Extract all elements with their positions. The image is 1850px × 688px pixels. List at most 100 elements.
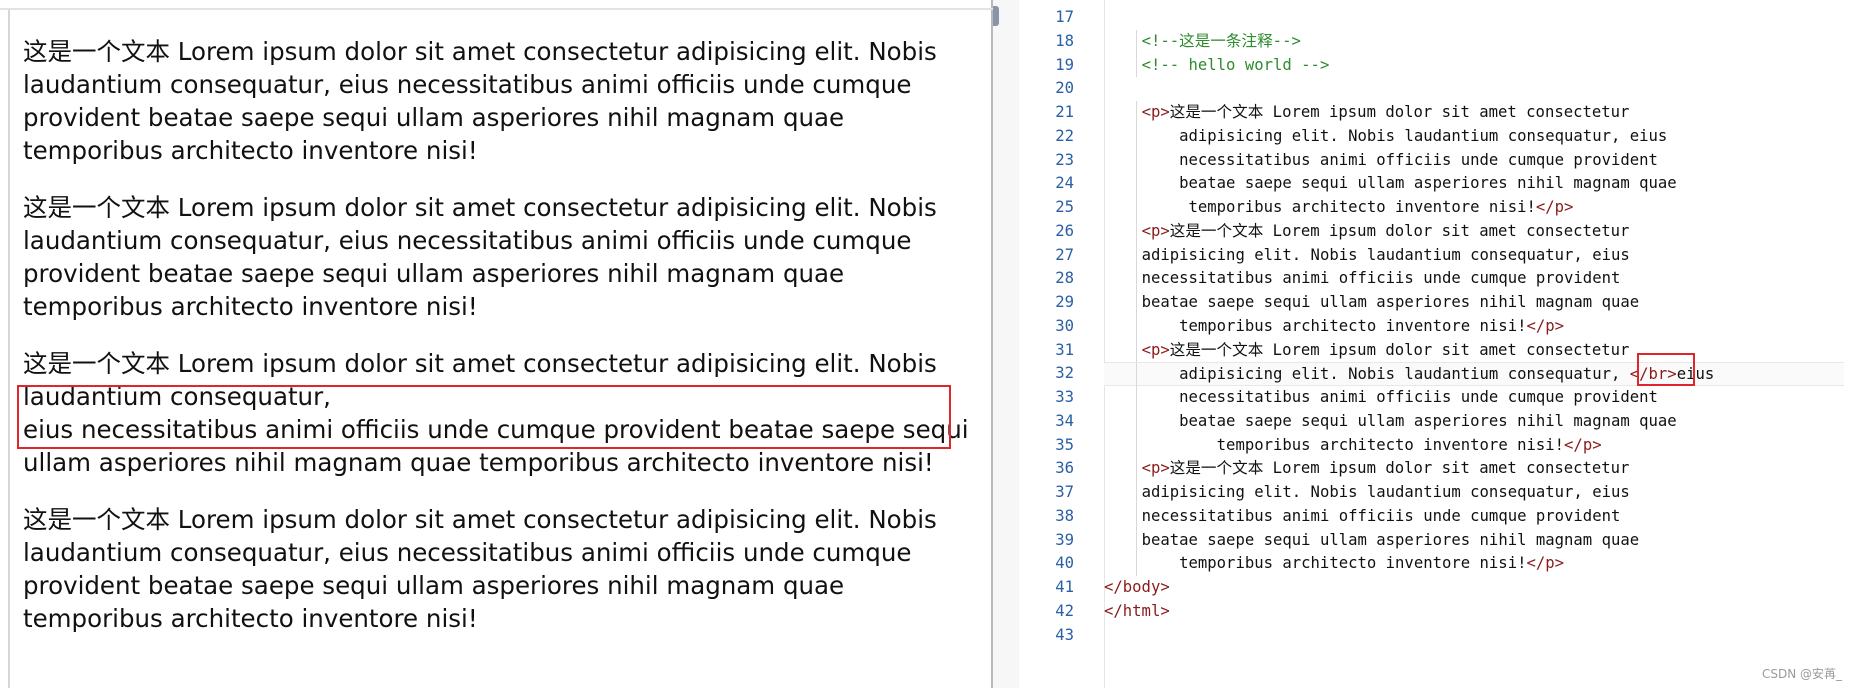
line-number: 36	[1055, 459, 1074, 478]
code-line[interactable]	[1104, 6, 1844, 30]
html-tag-token: </p>	[1564, 435, 1602, 454]
html-tag-token: </p>	[1526, 316, 1565, 335]
text-token: 这是一个文本 Lorem ipsum dolor sit amet consec…	[1169, 459, 1630, 478]
code-line[interactable]: <p>这是一个文本 Lorem ipsum dolor sit amet con…	[1104, 219, 1844, 244]
line-number: 19	[1055, 55, 1074, 74]
code-line[interactable]: necessitatibus animi officiis unde cumqu…	[1104, 386, 1844, 410]
indent-guide	[1136, 338, 1137, 363]
text-token: necessitatibus animi officiis unde cumqu…	[1179, 150, 1658, 169]
code-line[interactable]: <!--这是一条注释-->	[1104, 29, 1844, 54]
code-line[interactable]: adipisicing elit. Nobis laudantium conse…	[1104, 481, 1844, 505]
text-token: 这是一个文本 Lorem ipsum dolor sit amet consec…	[1169, 221, 1630, 240]
code-line[interactable]: beatae saepe sequi ullam asperiores nihi…	[1104, 172, 1844, 196]
indent-guide	[1136, 219, 1137, 244]
code-area[interactable]: <!--这是一条注释--> <!-- hello world --> <p>这是…	[1104, 6, 1844, 647]
comment-token: <!--这是一条注释-->	[1141, 31, 1301, 50]
line-number: 20	[1055, 79, 1074, 98]
text-token: adipisicing elit. Nobis laudantium conse…	[1179, 126, 1668, 145]
code-line[interactable]: beatae saepe sequi ullam asperiores nihi…	[1104, 409, 1844, 434]
indent-guide	[1136, 243, 1137, 268]
paragraph-4: 这是一个文本 Lorem ipsum dolor sit amet consec…	[23, 505, 937, 633]
code-line[interactable]: temporibus architecto inventore nisi!</p…	[1104, 552, 1844, 576]
html-tag-token: <p>	[1141, 103, 1170, 121]
text-token: necessitatibus animi officiis unde cumqu…	[1141, 506, 1621, 525]
line-number: 35	[1055, 435, 1074, 454]
text-token: beatae saepe sequi ullam asperiores nihi…	[1179, 411, 1677, 430]
text-token: adipisicing elit. Nobis laudantium conse…	[1141, 245, 1630, 264]
text-token: 这是一个文本 Lorem ipsum dolor sit amet consec…	[1169, 340, 1630, 359]
code-line[interactable]: temporibus architecto inventore nisi!</p…	[1104, 433, 1844, 458]
line-number: 18	[1055, 31, 1074, 50]
paragraph-2: 这是一个文本 Lorem ipsum dolor sit amet consec…	[23, 193, 937, 321]
indent-guide	[1136, 53, 1137, 78]
html-tag-token: </html>	[1104, 601, 1170, 620]
text-token: temporibus architecto inventore nisi!	[1216, 435, 1565, 454]
indent-guide	[1136, 148, 1137, 173]
code-line[interactable]: necessitatibus animi officiis unde cumqu…	[1104, 267, 1844, 291]
indent-guide	[1136, 528, 1137, 553]
code-line[interactable]	[1104, 624, 1844, 648]
pane-divider[interactable]	[993, 0, 1019, 688]
code-line[interactable]: beatae saepe sequi ullam asperiores nihi…	[1104, 291, 1844, 315]
indent-guide	[1136, 172, 1137, 196]
scrollbar-indicator[interactable]	[993, 6, 999, 26]
indent-guide	[1136, 504, 1137, 529]
indent-guide	[1136, 314, 1137, 339]
indent-guide	[1136, 196, 1137, 220]
code-line[interactable]: temporibus architecto inventore nisi!</p…	[1104, 314, 1844, 339]
indent-guide	[1136, 29, 1137, 54]
text-token: beatae saepe sequi ullam asperiores nihi…	[1179, 174, 1677, 193]
code-line[interactable]: </html>	[1104, 600, 1844, 624]
indent-guide	[1136, 267, 1137, 291]
indent-guide	[1136, 409, 1137, 434]
line-number: 21	[1055, 103, 1074, 121]
line-number: 32	[1055, 364, 1074, 383]
line-number-gutter: 17 18 19 20 21 22 23 24 25 26 27 28 29 30 31 32 33 34 35 36…	[1019, 6, 1074, 647]
html-tag-token: </p>	[1535, 198, 1574, 216]
line-number: 39	[1055, 530, 1074, 549]
line-number: 38	[1055, 506, 1074, 525]
preview-top-border	[0, 8, 993, 10]
indent-guide	[1136, 386, 1137, 410]
code-line[interactable]: temporibus architecto inventore nisi!</p…	[1104, 196, 1844, 220]
code-line[interactable]: <!-- hello world -->	[1104, 53, 1844, 78]
line-number: 25	[1055, 198, 1074, 216]
indent-guide	[1136, 101, 1137, 125]
paragraph-1: 这是一个文本 Lorem ipsum dolor sit amet consec…	[23, 37, 937, 165]
watermark: CSDN @安苒_	[1761, 667, 1842, 681]
line-number: 43	[1055, 625, 1074, 644]
code-line[interactable]: adipisicing elit. Nobis laudantium conse…	[1104, 124, 1844, 149]
code-line[interactable]: <p>这是一个文本 Lorem ipsum dolor sit amet con…	[1104, 457, 1844, 481]
code-line[interactable]: <p>这是一个文本 Lorem ipsum dolor sit amet con…	[1104, 338, 1844, 363]
text-token: beatae saepe sequi ullam asperiores nihi…	[1141, 293, 1640, 311]
code-line[interactable]: adipisicing elit. Nobis laudantium conse…	[1104, 243, 1844, 268]
br-tag-highlight-box	[1637, 353, 1695, 386]
code-line[interactable]: necessitatibus animi officiis unde cumqu…	[1104, 148, 1844, 173]
indent-guide	[1136, 481, 1137, 505]
line-number: 33	[1055, 388, 1074, 406]
line-number: 29	[1055, 293, 1074, 311]
code-line[interactable]	[1104, 77, 1844, 101]
code-line[interactable]: beatae saepe sequi ullam asperiores nihi…	[1104, 528, 1844, 553]
indent-guide	[1136, 552, 1137, 576]
line-number: 22	[1055, 126, 1074, 145]
indent-guide	[1136, 433, 1137, 458]
text-token: temporibus architecto inventore nisi!	[1179, 554, 1527, 573]
code-line[interactable]: <p>这是一个文本 Lorem ipsum dolor sit amet con…	[1104, 101, 1844, 125]
code-editor[interactable]: 17 18 19 20 21 22 23 24 25 26 27 28 29 30 31 32 33 34 35 36…	[1019, 0, 1850, 688]
indent-guide	[1136, 363, 1137, 387]
line-number: 24	[1055, 174, 1074, 193]
text-token: temporibus architecto inventore nisi!	[1179, 316, 1527, 335]
code-line[interactable]: adipisicing elit. Nobis laudantium conse…	[1104, 362, 1844, 387]
text-token: adipisicing elit. Nobis laudantium conse…	[1179, 365, 1630, 384]
code-line[interactable]: necessitatibus animi officiis unde cumqu…	[1104, 504, 1844, 529]
code-line[interactable]: </body>	[1104, 576, 1844, 600]
line-number: 41	[1055, 578, 1074, 596]
